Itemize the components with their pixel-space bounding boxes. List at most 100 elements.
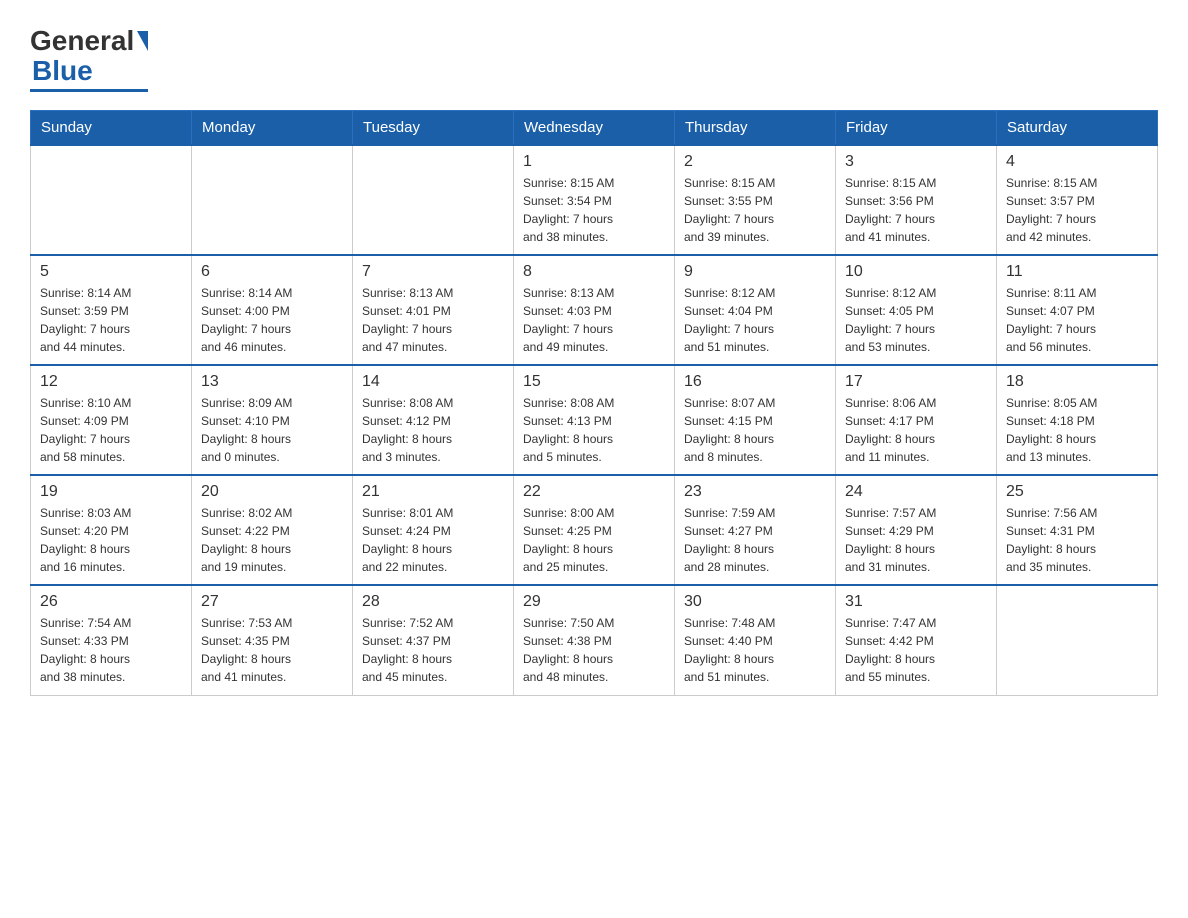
calendar-cell: 24Sunrise: 7:57 AM Sunset: 4:29 PM Dayli…	[836, 475, 997, 585]
calendar-cell: 2 Sunrise: 8:15 AM Sunset: 3:55 PM Daylig…	[675, 145, 836, 255]
calendar-cell: 30 Sunrise: 7:48 AM Sunset: 4:40 PM Dayli…	[675, 585, 836, 695]
day-info: Sunrise: 8:05 AM Sunset: 4:18 PM Dayligh…	[1006, 394, 1148, 466]
day-info: Sunrise: 8:15 AM Sunset: 3:56 PM Dayligh…	[845, 174, 987, 246]
calendar-cell: 14 Sunrise: 8:08 AM Sunset: 4:12 PM Dayli…	[353, 365, 514, 475]
calendar-cell: 31 Sunrise: 7:47 AM Sunset: 4:42 PM Dayli…	[836, 585, 997, 695]
day-info: Sunrise: 8:15 AM Sunset: 3:57 PM Dayligh…	[1006, 174, 1148, 246]
day-info: Sunrise: 7:59 AM Sunset: 4:27 PM Dayligh…	[684, 504, 826, 576]
calendar-cell: 15 Sunrise: 8:08 AM Sunset: 4:13 PM Dayli…	[514, 365, 675, 475]
day-info: Sunrise: 8:14 AM Sunset: 4:00 PM Dayligh…	[201, 284, 343, 356]
weekday-header-thursday: Thursday	[675, 111, 836, 146]
day-info: Sunrise: 8:13 AM Sunset: 4:03 PM Dayligh…	[523, 284, 665, 356]
calendar-cell: 23 Sunrise: 7:59 AM Sunset: 4:27 PM Dayli…	[675, 475, 836, 585]
day-info: Sunrise: 7:52 AM Sunset: 4:37 PM Dayligh…	[362, 614, 504, 686]
weekday-header-sunday: Sunday	[31, 111, 192, 146]
day-info: Sunrise: 7:56 AM Sunset: 4:31 PM Dayligh…	[1006, 504, 1148, 576]
calendar-cell: 16Sunrise: 8:07 AM Sunset: 4:15 PM Dayli…	[675, 365, 836, 475]
calendar-cell: 10Sunrise: 8:12 AM Sunset: 4:05 PM Dayli…	[836, 255, 997, 365]
weekday-header-row: SundayMondayTuesdayWednesdayThursdayFrid…	[31, 111, 1158, 146]
calendar-cell: 25 Sunrise: 7:56 AM Sunset: 4:31 PM Dayli…	[997, 475, 1158, 585]
calendar-cell: 29Sunrise: 7:50 AM Sunset: 4:38 PM Dayli…	[514, 585, 675, 695]
week-row-3: 12 Sunrise: 8:10 AM Sunset: 4:09 PM Dayli…	[31, 365, 1158, 475]
day-number: 13	[201, 373, 343, 391]
logo: General Blue	[30, 25, 148, 92]
logo-general: General	[30, 25, 134, 57]
day-info: Sunrise: 8:15 AM Sunset: 3:54 PM Dayligh…	[523, 174, 665, 246]
day-info: Sunrise: 8:02 AM Sunset: 4:22 PM Dayligh…	[201, 504, 343, 576]
day-number: 4	[1006, 153, 1148, 171]
day-number: 1	[523, 153, 665, 171]
week-row-1: 1 Sunrise: 8:15 AM Sunset: 3:54 PM Daylig…	[31, 145, 1158, 255]
calendar-cell: 18 Sunrise: 8:05 AM Sunset: 4:18 PM Dayli…	[997, 365, 1158, 475]
calendar-cell: 1 Sunrise: 8:15 AM Sunset: 3:54 PM Daylig…	[514, 145, 675, 255]
calendar-cell: 21Sunrise: 8:01 AM Sunset: 4:24 PM Dayli…	[353, 475, 514, 585]
day-number: 19	[40, 483, 182, 501]
calendar-cell: 4 Sunrise: 8:15 AM Sunset: 3:57 PM Daylig…	[997, 145, 1158, 255]
week-row-4: 19 Sunrise: 8:03 AM Sunset: 4:20 PM Dayli…	[31, 475, 1158, 585]
day-number: 2	[684, 153, 826, 171]
weekday-header-saturday: Saturday	[997, 111, 1158, 146]
day-number: 14	[362, 373, 504, 391]
logo-underline	[30, 89, 148, 92]
day-number: 24	[845, 483, 987, 501]
day-info: Sunrise: 7:47 AM Sunset: 4:42 PM Dayligh…	[845, 614, 987, 686]
day-number: 11	[1006, 263, 1148, 281]
day-info: Sunrise: 8:08 AM Sunset: 4:13 PM Dayligh…	[523, 394, 665, 466]
day-number: 30	[684, 593, 826, 611]
day-info: Sunrise: 8:00 AM Sunset: 4:25 PM Dayligh…	[523, 504, 665, 576]
calendar-cell: 28 Sunrise: 7:52 AM Sunset: 4:37 PM Dayli…	[353, 585, 514, 695]
calendar-cell: 12 Sunrise: 8:10 AM Sunset: 4:09 PM Dayli…	[31, 365, 192, 475]
day-number: 22	[523, 483, 665, 501]
logo-blue: Blue	[30, 55, 93, 87]
day-info: Sunrise: 8:12 AM Sunset: 4:05 PM Dayligh…	[845, 284, 987, 356]
logo-row1: General	[30, 25, 148, 57]
day-number: 6	[201, 263, 343, 281]
calendar-cell: 20 Sunrise: 8:02 AM Sunset: 4:22 PM Dayli…	[192, 475, 353, 585]
day-number: 9	[684, 263, 826, 281]
day-info: Sunrise: 8:03 AM Sunset: 4:20 PM Dayligh…	[40, 504, 182, 576]
day-number: 12	[40, 373, 182, 391]
day-info: Sunrise: 8:06 AM Sunset: 4:17 PM Dayligh…	[845, 394, 987, 466]
week-row-2: 5Sunrise: 8:14 AM Sunset: 3:59 PM Daylig…	[31, 255, 1158, 365]
day-number: 5	[40, 263, 182, 281]
calendar-cell: 6 Sunrise: 8:14 AM Sunset: 4:00 PM Daylig…	[192, 255, 353, 365]
day-info: Sunrise: 8:10 AM Sunset: 4:09 PM Dayligh…	[40, 394, 182, 466]
day-number: 27	[201, 593, 343, 611]
calendar-cell: 7 Sunrise: 8:13 AM Sunset: 4:01 PM Daylig…	[353, 255, 514, 365]
day-number: 23	[684, 483, 826, 501]
day-number: 20	[201, 483, 343, 501]
day-number: 29	[523, 593, 665, 611]
calendar-cell: 3 Sunrise: 8:15 AM Sunset: 3:56 PM Daylig…	[836, 145, 997, 255]
day-number: 28	[362, 593, 504, 611]
day-info: Sunrise: 8:13 AM Sunset: 4:01 PM Dayligh…	[362, 284, 504, 356]
weekday-header-friday: Friday	[836, 111, 997, 146]
day-info: Sunrise: 8:12 AM Sunset: 4:04 PM Dayligh…	[684, 284, 826, 356]
day-info: Sunrise: 8:15 AM Sunset: 3:55 PM Dayligh…	[684, 174, 826, 246]
calendar-cell	[31, 145, 192, 255]
day-info: Sunrise: 7:53 AM Sunset: 4:35 PM Dayligh…	[201, 614, 343, 686]
calendar-cell: 5Sunrise: 8:14 AM Sunset: 3:59 PM Daylig…	[31, 255, 192, 365]
day-number: 26	[40, 593, 182, 611]
calendar-cell: 11 Sunrise: 8:11 AM Sunset: 4:07 PM Dayli…	[997, 255, 1158, 365]
day-info: Sunrise: 8:01 AM Sunset: 4:24 PM Dayligh…	[362, 504, 504, 576]
day-number: 18	[1006, 373, 1148, 391]
day-info: Sunrise: 7:54 AM Sunset: 4:33 PM Dayligh…	[40, 614, 182, 686]
logo-row2: Blue	[30, 55, 93, 87]
calendar-cell: 27 Sunrise: 7:53 AM Sunset: 4:35 PM Dayli…	[192, 585, 353, 695]
calendar-cell: 19 Sunrise: 8:03 AM Sunset: 4:20 PM Dayli…	[31, 475, 192, 585]
calendar-cell	[353, 145, 514, 255]
calendar-table: SundayMondayTuesdayWednesdayThursdayFrid…	[30, 110, 1158, 696]
day-info: Sunrise: 8:11 AM Sunset: 4:07 PM Dayligh…	[1006, 284, 1148, 356]
day-number: 7	[362, 263, 504, 281]
calendar-cell: 26 Sunrise: 7:54 AM Sunset: 4:33 PM Dayli…	[31, 585, 192, 695]
day-number: 15	[523, 373, 665, 391]
day-number: 31	[845, 593, 987, 611]
day-number: 25	[1006, 483, 1148, 501]
day-info: Sunrise: 8:09 AM Sunset: 4:10 PM Dayligh…	[201, 394, 343, 466]
day-info: Sunrise: 7:48 AM Sunset: 4:40 PM Dayligh…	[684, 614, 826, 686]
day-number: 3	[845, 153, 987, 171]
calendar-cell: 8Sunrise: 8:13 AM Sunset: 4:03 PM Daylig…	[514, 255, 675, 365]
day-info: Sunrise: 8:08 AM Sunset: 4:12 PM Dayligh…	[362, 394, 504, 466]
day-info: Sunrise: 8:07 AM Sunset: 4:15 PM Dayligh…	[684, 394, 826, 466]
day-number: 17	[845, 373, 987, 391]
